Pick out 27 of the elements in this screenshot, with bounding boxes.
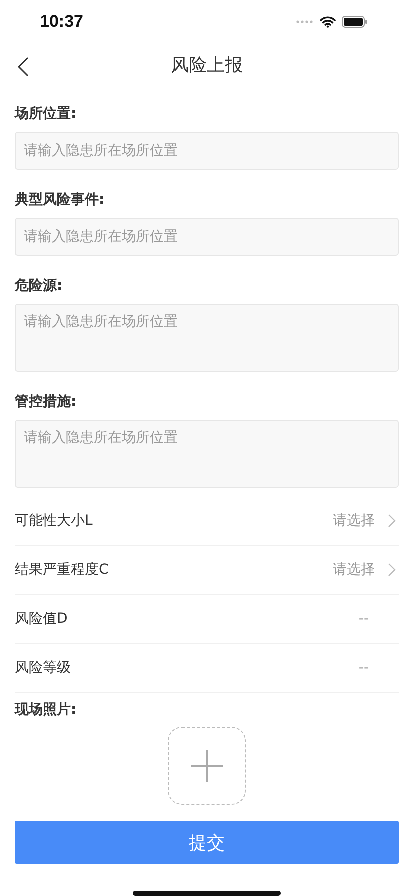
submit-button[interactable]: 提交 — [15, 821, 399, 864]
row-label: 可能性大小L — [15, 512, 93, 530]
field-label: 场所位置: — [15, 105, 78, 124]
status-time: 10:37 — [40, 12, 84, 32]
plus-icon — [191, 750, 223, 782]
signal-icon — [296, 20, 314, 24]
input-field[interactable]: 请输入隐患所在场所位置 — [15, 218, 399, 256]
select-picker[interactable]: 请选择 — [333, 561, 399, 580]
wifi-icon — [320, 16, 336, 28]
input-field[interactable]: 请输入隐患所在场所位置 — [15, 420, 399, 488]
chevron-right-icon — [388, 563, 396, 578]
input-field[interactable]: 请输入隐患所在场所位置 — [15, 132, 399, 170]
row-label: 风险等级 — [15, 659, 71, 678]
row-label: 风险值D — [15, 610, 68, 628]
select-picker[interactable]: 请选择 — [333, 512, 399, 530]
battery-icon — [342, 16, 368, 28]
input-field[interactable]: 请输入隐患所在场所位置 — [15, 304, 399, 372]
back-icon[interactable] — [17, 56, 29, 77]
chevron-right-icon — [388, 514, 396, 528]
field-label: 典型风险事件: — [15, 191, 106, 210]
page-title: 风险上报 — [171, 54, 243, 78]
field-label: 管控措施: — [15, 393, 78, 412]
field-label: 现场照片: — [15, 701, 78, 720]
row-value: -- — [358, 660, 369, 676]
field-label: 危险源: — [15, 277, 64, 296]
row-label: 结果严重程度C — [15, 561, 109, 580]
row-value: -- — [358, 611, 369, 628]
